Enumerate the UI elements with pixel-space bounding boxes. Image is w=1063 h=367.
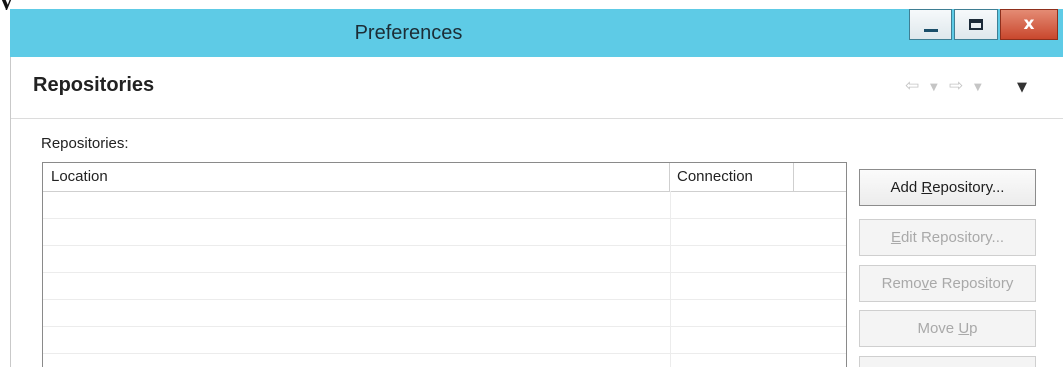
table-row[interactable] bbox=[43, 354, 846, 367]
header-divider bbox=[11, 118, 1063, 119]
table-header: Location Connection bbox=[43, 163, 846, 192]
title-bar[interactable]: Preferences x bbox=[10, 9, 1063, 57]
add-repository-button[interactable]: Add Repository... bbox=[859, 169, 1036, 206]
close-button[interactable]: x bbox=[1000, 9, 1058, 40]
maximize-button[interactable] bbox=[954, 9, 998, 40]
move-up-button[interactable]: Move Up bbox=[859, 310, 1036, 347]
window-border bbox=[10, 57, 11, 367]
column-header-filler bbox=[794, 163, 846, 191]
page-title: Repositories bbox=[33, 74, 155, 96]
maximize-icon bbox=[969, 19, 983, 30]
minimize-button[interactable] bbox=[909, 9, 952, 40]
forward-dropdown-icon[interactable]: ▼ bbox=[974, 82, 982, 93]
table-row[interactable] bbox=[43, 273, 846, 300]
table-row[interactable] bbox=[43, 219, 846, 246]
window-title: Preferences bbox=[354, 22, 463, 44]
minimize-icon bbox=[924, 29, 938, 32]
table-row[interactable] bbox=[43, 192, 846, 219]
remove-repository-button[interactable]: Remove Repository bbox=[859, 265, 1036, 302]
table-row[interactable] bbox=[43, 246, 846, 273]
table-row[interactable] bbox=[43, 300, 846, 327]
table-row[interactable] bbox=[43, 327, 846, 354]
column-header-connection[interactable]: Connection bbox=[670, 163, 794, 191]
repositories-table[interactable]: Location Connection bbox=[42, 162, 847, 367]
column-header-location[interactable]: Location bbox=[43, 163, 670, 191]
back-dropdown-icon[interactable]: ▼ bbox=[930, 82, 938, 93]
move-down-button[interactable] bbox=[859, 356, 1036, 367]
column-divider bbox=[670, 191, 671, 367]
edit-repository-button[interactable]: Edit Repository... bbox=[859, 219, 1036, 256]
view-menu-icon[interactable]: ▼ bbox=[1017, 80, 1027, 95]
close-icon: x bbox=[1023, 14, 1035, 34]
back-arrow-icon[interactable]: ⇦ bbox=[905, 76, 919, 96]
repositories-label: Repositories: bbox=[41, 135, 129, 152]
forward-arrow-icon[interactable]: ⇨ bbox=[949, 76, 963, 96]
